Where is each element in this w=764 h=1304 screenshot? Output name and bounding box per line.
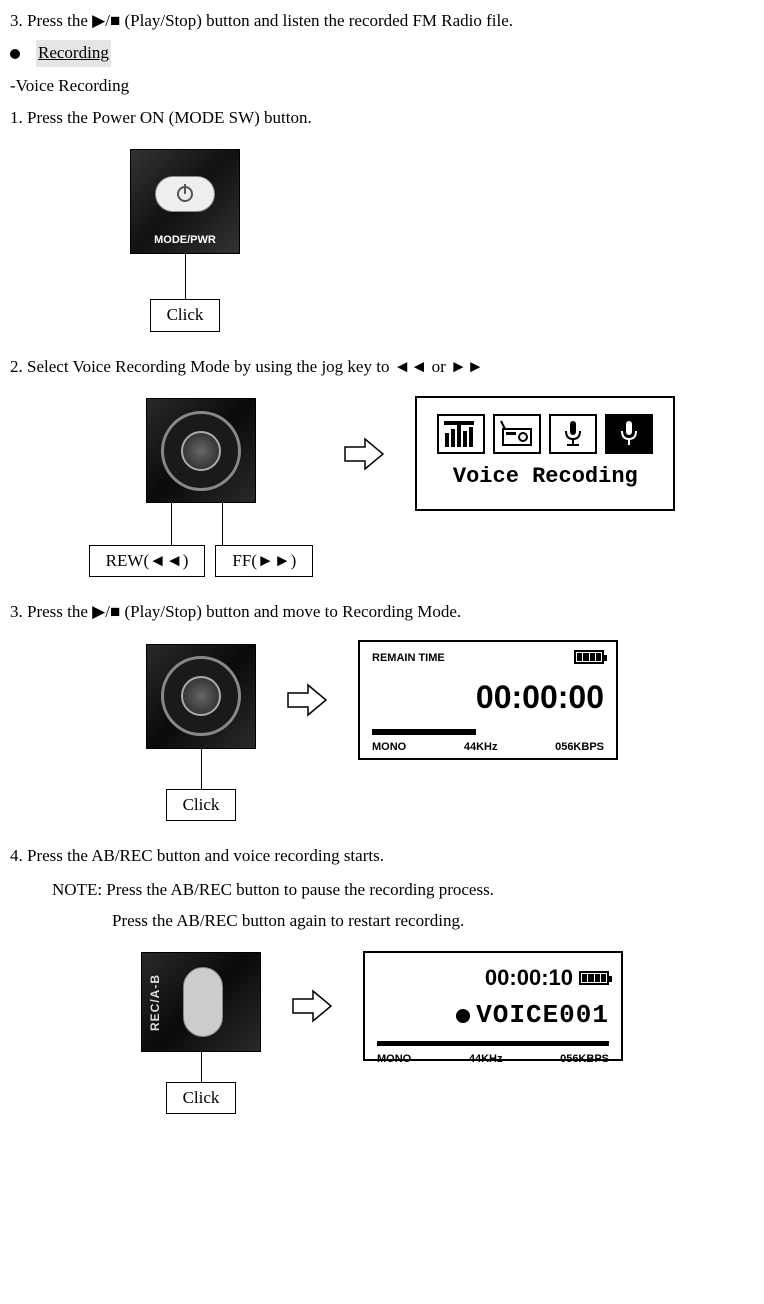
arrow-right-icon [291, 985, 333, 1027]
battery-icon [574, 650, 604, 664]
figure-play-stop: Click [146, 644, 256, 821]
section-title: Recording [36, 40, 111, 66]
audio-mono: MONO [372, 739, 406, 756]
rec-ab-side-label: REC/A-B [146, 974, 165, 1031]
arrow-right-icon [286, 679, 328, 721]
audio-mono: MONO [377, 1051, 411, 1068]
jog-key-image [146, 398, 256, 503]
connector-line [201, 1052, 202, 1082]
note-line-1: NOTE: Press the AB/REC button to pause t… [52, 877, 754, 903]
note-line-2: Press the AB/REC button again to restart… [112, 908, 754, 934]
remain-time-screen: REMAIN TIME 00:00:00 MONO 44KHz 056KBPS [358, 640, 618, 760]
click-label: Click [150, 299, 221, 331]
rec-ab-button-image: REC/A-B [141, 952, 261, 1052]
voice-file-name: VOICE001 [476, 995, 609, 1035]
mode-icon-radio [493, 414, 541, 454]
mode-icon-voice-rec-active [605, 414, 653, 454]
bullet-icon [10, 49, 20, 59]
step-1-text: 1. Press the Power ON (MODE SW) button. [10, 105, 754, 131]
record-indicator-icon [456, 1009, 470, 1023]
voice-recording-screen: Voice Recoding [415, 396, 675, 511]
figure-mode-pwr: Click [130, 149, 240, 331]
connector-line [171, 503, 172, 545]
step-4-text: 4. Press the AB/REC button and voice rec… [10, 843, 754, 869]
battery-icon [579, 971, 609, 985]
audio-khz: 44KHz [469, 1051, 503, 1068]
remain-time-label: REMAIN TIME [372, 650, 445, 667]
progress-bar [377, 1041, 609, 1046]
progress-bar [372, 729, 476, 735]
rew-label: REW(◄◄) [89, 545, 206, 577]
figure-rec-ab: REC/A-B Click [141, 952, 261, 1114]
mode-pwr-button-image [130, 149, 240, 254]
rec-time-value: 00:00:10 [485, 961, 573, 995]
step-2-text: 2. Select Voice Recording Mode by using … [10, 354, 754, 380]
click-label: Click [166, 1082, 237, 1114]
arrow-right-icon [343, 433, 385, 475]
connector-line [201, 749, 202, 789]
voice-recording-label: Voice Recoding [453, 460, 638, 494]
click-label: Click [166, 789, 237, 821]
remain-time-value: 00:00:00 [372, 673, 604, 723]
mode-icon-music [437, 414, 485, 454]
play-stop-button-image [146, 644, 256, 749]
connector-line [185, 254, 186, 299]
mode-icon-mic [549, 414, 597, 454]
audio-kbps: 056KBPS [560, 1051, 609, 1068]
section-header: Recording [10, 40, 754, 66]
audio-kbps: 056KBPS [555, 739, 604, 756]
audio-khz: 44KHz [464, 739, 498, 756]
ff-label: FF(►►) [215, 545, 313, 577]
figure-jog-key: REW(◄◄) FF(►►) [89, 398, 314, 577]
voice-file-screen: 00:00:10 VOICE001 MONO 44KHz 056KBPS [363, 951, 623, 1061]
connector-line [222, 503, 223, 545]
sub-heading: -Voice Recording [10, 73, 754, 99]
step-3-text: 3. Press the ▶/■ (Play/Stop) button and … [10, 599, 754, 625]
intro-step: 3. Press the ▶/■ (Play/Stop) button and … [10, 8, 754, 34]
